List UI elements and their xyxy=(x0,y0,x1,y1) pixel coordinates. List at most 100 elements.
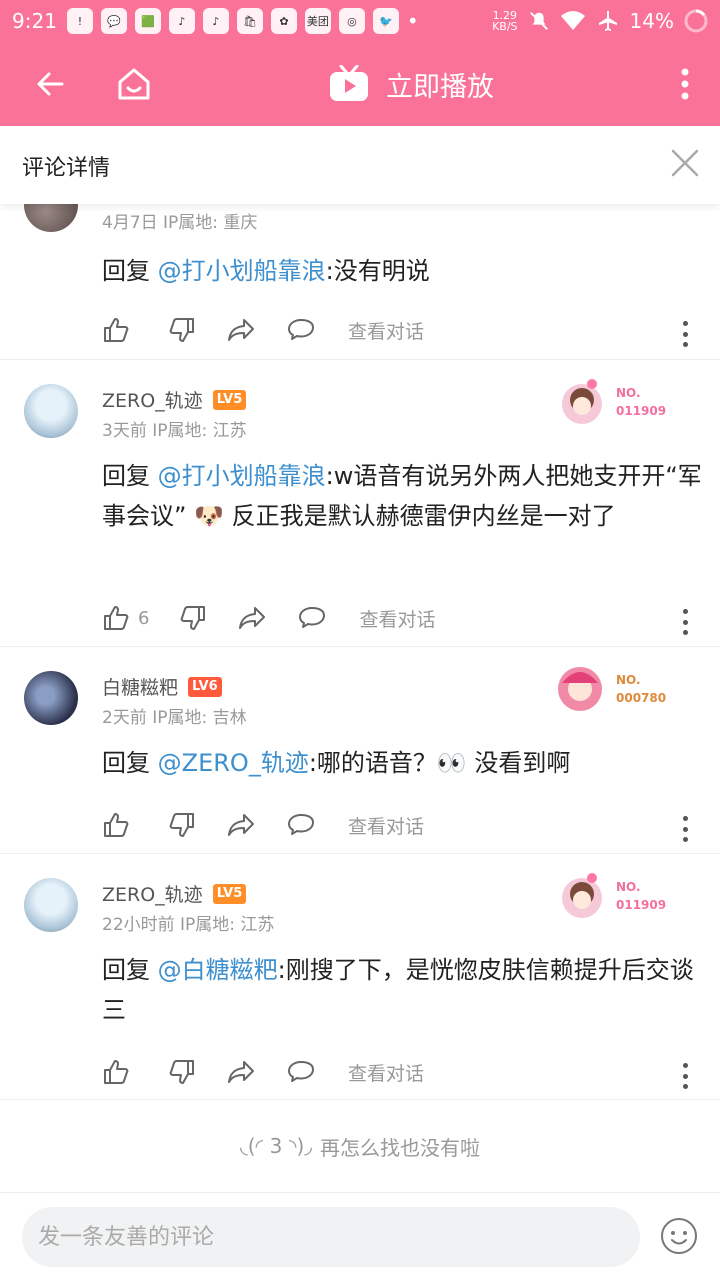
play-now-button[interactable]: 立即播放 xyxy=(328,42,494,126)
thumb-down-icon xyxy=(169,318,194,342)
status-time: 9:21 xyxy=(12,9,57,33)
comment-actions: 查看对话 xyxy=(102,1057,424,1087)
like-button[interactable] xyxy=(102,811,138,839)
comment-username[interactable]: ZERO_轨迹 xyxy=(102,386,203,413)
mention-link[interactable]: @打小划船靠浪 xyxy=(158,257,326,285)
comment-detail-title: 评论详情 xyxy=(22,156,111,181)
comment-username-row: ZERO_轨迹 LV5 xyxy=(102,880,247,907)
wallet-app-icon: 🟩 xyxy=(134,8,161,34)
fan-badge-number: NO. 000780 xyxy=(616,671,666,707)
view-conversation-link[interactable]: 查看对话 xyxy=(359,605,435,632)
comment-more-button[interactable] xyxy=(680,321,690,347)
avatar[interactable] xyxy=(24,878,78,932)
comment-text: 回复 @ZERO_轨迹:哪的语音？👀 没看到啊 xyxy=(102,743,702,783)
battery-ring-icon xyxy=(684,9,708,33)
reply-prefix: 回复 xyxy=(102,257,158,285)
view-conversation-link[interactable]: 查看对话 xyxy=(348,1059,424,1086)
home-icon xyxy=(118,68,150,100)
reply-button[interactable] xyxy=(286,316,316,344)
thumb-down-icon xyxy=(169,1060,194,1084)
thumb-down-icon xyxy=(181,606,206,630)
comment-username-row: 白糖糍粑 LV6 xyxy=(102,673,222,700)
tiktok-app-icon-2: ♪ xyxy=(202,8,229,34)
comment-list[interactable]: 4月7日 IP属地: 重庆 回复 @打小划船靠浪:没有明说 查看对话 ZERO_… xyxy=(0,204,720,1192)
comment-item: ZERO_轨迹 LV5 22小时前 IP属地: 江苏 NO. 011909 回复 @… xyxy=(0,854,720,1100)
like-button[interactable]: 6 xyxy=(102,604,149,632)
home-button[interactable] xyxy=(106,42,162,126)
fan-badge-prefix: NO. xyxy=(616,673,641,687)
close-icon[interactable] xyxy=(670,148,700,178)
comment-more-button[interactable] xyxy=(680,1063,690,1089)
view-conversation-link[interactable]: 查看对话 xyxy=(348,812,424,839)
dislike-button[interactable] xyxy=(168,1058,196,1086)
reply-button[interactable] xyxy=(286,1058,316,1086)
share-button[interactable] xyxy=(226,811,256,839)
dislike-button[interactable] xyxy=(168,316,196,344)
comment-body: :没有明说 xyxy=(325,257,430,285)
share-icon xyxy=(228,319,254,341)
like-count: 6 xyxy=(138,607,150,629)
share-icon xyxy=(239,607,266,629)
emoji-icon[interactable] xyxy=(660,1217,698,1255)
back-button[interactable] xyxy=(22,42,78,126)
comment-meta: 2天前 IP属地: 吉林 xyxy=(102,708,247,728)
share-icon xyxy=(228,1061,254,1083)
comment-meta: 3天前 IP属地: 江苏 xyxy=(102,421,247,441)
thumb-up-icon xyxy=(104,1060,129,1084)
comment-item: 白糖糍粑 LV6 2天前 IP属地: 吉林 NO. 000780 回复 @ZERO_… xyxy=(0,647,720,854)
avatar[interactable] xyxy=(24,204,78,232)
mention-link[interactable]: @打小划船靠浪 xyxy=(158,462,326,490)
end-of-list: ◟(◜ 3 ◝)◞ 再怎么找也没有啦 xyxy=(0,1100,720,1192)
top-bar: 立即播放 xyxy=(0,42,720,126)
fan-badge-prefix: NO. xyxy=(616,880,641,894)
comment-more-button[interactable] xyxy=(680,609,690,635)
dislike-button[interactable] xyxy=(179,604,207,632)
comment-actions: 6 查看对话 xyxy=(102,603,435,633)
status-right: 1.29 KB/S 14% xyxy=(492,9,708,33)
avatar[interactable] xyxy=(24,384,78,438)
share-button[interactable] xyxy=(237,604,267,632)
like-button[interactable] xyxy=(102,316,138,344)
comment-meta: 4月7日 IP属地: 重庆 xyxy=(102,213,258,233)
tv-play-icon xyxy=(330,65,368,101)
end-text: 再怎么找也没有啦 xyxy=(320,1135,481,1160)
fan-badge[interactable]: NO. 000780 xyxy=(552,661,682,717)
level-badge: LV5 xyxy=(212,389,247,410)
net-speed: 1.29 KB/S xyxy=(492,10,517,32)
level-badge: LV6 xyxy=(188,676,222,697)
fan-badge[interactable]: NO. 011909 xyxy=(552,374,682,430)
mute-icon xyxy=(529,12,548,30)
fan-badge-number: NO. 011909 xyxy=(616,878,666,914)
share-button[interactable] xyxy=(226,1058,256,1086)
chat-app-icon: 💬 xyxy=(100,8,127,34)
share-button[interactable] xyxy=(226,316,256,344)
chat-bubble-icon xyxy=(288,319,314,340)
mention-link[interactable]: @ZERO_轨迹 xyxy=(158,749,309,777)
notification-icons: ! 💬 🟩 ♪ ♪ 🛍 ✿ 美团 ◎ 🐦 • xyxy=(66,8,419,34)
like-button[interactable] xyxy=(102,1058,138,1086)
reply-button[interactable] xyxy=(297,604,327,632)
reply-prefix: 回复 xyxy=(102,749,158,777)
comment-username[interactable]: ZERO_轨迹 xyxy=(102,880,203,907)
comment-more-button[interactable] xyxy=(680,816,690,842)
meituan-app-icon: 美团 xyxy=(304,8,331,34)
avatar[interactable] xyxy=(24,671,78,725)
net-speed-unit: KB/S xyxy=(492,20,518,33)
play-now-label: 立即播放 xyxy=(386,71,494,103)
comment-text: 回复 @打小划船靠浪:w语音有说另外两人把她支开开“军事会议” 🐶 反正我是默认… xyxy=(102,456,702,536)
comment-username-row: ZERO_轨迹 LV5 xyxy=(102,386,247,413)
dislike-button[interactable] xyxy=(168,811,196,839)
reply-button[interactable] xyxy=(286,811,316,839)
chat-bubble-icon xyxy=(288,814,314,835)
fan-badge[interactable]: NO. 011909 xyxy=(552,868,682,924)
view-conversation-link[interactable]: 查看对话 xyxy=(348,317,424,344)
fan-badge-icon xyxy=(562,873,602,918)
more-menu-button[interactable] xyxy=(664,42,706,126)
thumb-up-icon xyxy=(104,813,129,837)
fan-badge-value: 000780 xyxy=(616,691,667,705)
comment-username[interactable]: 白糖糍粑 xyxy=(102,673,178,700)
wifi-icon xyxy=(560,11,585,30)
mention-link[interactable]: @白糖糍粑 xyxy=(158,956,278,984)
comment-input[interactable] xyxy=(22,1207,640,1267)
airplane-icon xyxy=(598,11,617,31)
